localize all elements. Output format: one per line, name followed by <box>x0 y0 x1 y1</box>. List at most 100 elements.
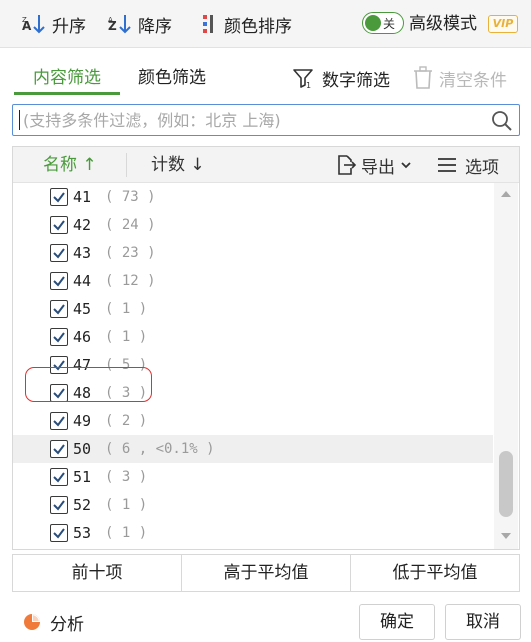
list-item[interactable]: 41 ( 73 ) <box>13 183 493 211</box>
list-item[interactable]: 49 ( 2 ) <box>13 407 493 435</box>
scrollbar-thumb[interactable] <box>499 451 513 517</box>
vip-badge: VIP <box>488 15 518 33</box>
list-item[interactable]: 45 ( 1 ) <box>13 295 493 323</box>
list-item[interactable]: 53 ( 1 ) <box>13 519 493 547</box>
item-count: ( 1 ) <box>105 497 148 513</box>
item-checkbox[interactable] <box>50 496 68 514</box>
clear-conditions-button[interactable]: 清空条件 <box>413 64 507 92</box>
svg-text:1: 1 <box>306 81 311 89</box>
export-icon <box>338 155 357 175</box>
cancel-button[interactable]: 取消 <box>445 604 521 640</box>
item-checkbox[interactable] <box>50 328 68 346</box>
annotation-highlight <box>25 367 152 402</box>
count-column-label: 计数 <box>151 155 185 175</box>
number-filter-button[interactable]: 1 数字筛选 <box>292 64 390 92</box>
check-icon <box>53 472 65 483</box>
header-divider <box>126 153 127 177</box>
item-name: 51 <box>73 468 92 486</box>
check-icon <box>53 500 65 511</box>
scroll-down-arrow-icon[interactable] <box>501 533 511 539</box>
item-checkbox[interactable] <box>50 440 68 458</box>
sort-ascending-button[interactable]: A Z 升序 <box>22 10 86 38</box>
sort-ascending-icon: A Z <box>22 15 45 34</box>
tab-color-filter[interactable]: 颜色筛选 <box>138 64 206 92</box>
trash-icon <box>414 66 432 89</box>
list-item[interactable]: 42 ( 24 ) <box>13 211 493 239</box>
export-dropdown[interactable]: 导出 <box>335 147 417 183</box>
check-icon <box>53 220 65 231</box>
item-checkbox[interactable] <box>50 412 68 430</box>
top-ten-button[interactable]: 前十项 <box>13 555 182 591</box>
toggle-state-label: 关 <box>383 17 396 31</box>
list-item[interactable]: 51 ( 3 ) <box>13 463 493 491</box>
search-box <box>12 104 520 136</box>
count-sort-arrow-icon: ↓ <box>190 155 205 175</box>
item-name: 53 <box>73 524 92 542</box>
item-count: ( 1 ) <box>105 301 148 317</box>
check-icon <box>53 304 65 315</box>
filter-list-panel: 名称 ↑ 计数 ↓ 导出 选项 41 (73) 42 (24) 43 (… <box>12 146 520 550</box>
color-sort-icon <box>203 15 213 33</box>
sort-by-count-button[interactable]: 计数 ↓ <box>151 147 205 183</box>
item-count: ( 3 ) <box>105 469 148 485</box>
item-name: 42 <box>73 216 92 234</box>
item-count: ( 23 ) <box>105 245 156 261</box>
analysis-label: 分析 <box>50 614 84 635</box>
sort-by-name-button[interactable]: 名称 ↑ <box>43 147 97 183</box>
item-checkbox[interactable] <box>50 300 68 318</box>
svg-text:Z: Z <box>22 16 27 24</box>
clear-conditions-label: 清空条件 <box>439 70 507 91</box>
item-name: 41 <box>73 188 92 206</box>
toolbar: A Z 升序 Z A 降序 颜色排序 关 高级模式 VIP <box>0 0 531 48</box>
item-count: ( 12 ) <box>105 273 156 289</box>
item-checkbox[interactable] <box>50 468 68 486</box>
advanced-mode-toggle[interactable]: 关 <box>362 12 404 34</box>
check-icon <box>53 248 65 259</box>
options-label: 选项 <box>465 157 499 178</box>
advanced-mode-label[interactable]: 高级模式 <box>409 10 477 38</box>
funnel-icon: 1 <box>293 69 313 89</box>
scroll-up-arrow-icon[interactable] <box>501 191 511 197</box>
item-name: 44 <box>73 272 92 290</box>
check-icon <box>53 192 65 203</box>
check-icon <box>53 332 65 343</box>
color-sort-button[interactable]: 颜色排序 <box>198 10 292 38</box>
list-item[interactable]: 52 ( 1 ) <box>13 491 493 519</box>
item-checkbox[interactable] <box>50 524 68 542</box>
item-count: ( 2 ) <box>105 413 148 429</box>
item-checkbox[interactable] <box>50 272 68 290</box>
sort-descending-label: 降序 <box>138 16 172 37</box>
toggle-knob <box>365 15 381 31</box>
svg-text:A: A <box>108 16 113 24</box>
item-checkbox[interactable] <box>50 244 68 262</box>
check-icon <box>53 444 65 455</box>
item-name: 49 <box>73 412 92 430</box>
item-count: ( 1 ) <box>105 329 148 345</box>
below-average-button[interactable]: 低于平均值 <box>351 555 519 591</box>
list-item[interactable]: 44 ( 12 ) <box>13 267 493 295</box>
confirm-button[interactable]: 确定 <box>359 604 435 640</box>
pie-chart-icon <box>24 614 40 630</box>
tab-content-filter[interactable]: 内容筛选 <box>14 64 120 95</box>
vertical-scrollbar[interactable] <box>494 183 518 549</box>
search-icon[interactable] <box>491 110 513 132</box>
chevron-down-icon <box>401 162 411 169</box>
search-input[interactable] <box>23 105 493 135</box>
item-count: ( 6 , <0.1% ) <box>105 441 215 457</box>
item-count: ( 73 ) <box>105 189 156 205</box>
list-header: 名称 ↑ 计数 ↓ 导出 选项 <box>13 147 519 183</box>
item-name: 50 <box>73 440 92 458</box>
name-sort-arrow-icon: ↑ <box>82 155 97 175</box>
analysis-button[interactable]: 分析 <box>22 608 84 636</box>
item-checkbox[interactable] <box>50 216 68 234</box>
item-checkbox[interactable] <box>50 188 68 206</box>
check-icon <box>53 276 65 287</box>
list-item[interactable]: 43 ( 23 ) <box>13 239 493 267</box>
above-average-button[interactable]: 高于平均值 <box>182 555 351 591</box>
sort-descending-button[interactable]: Z A 降序 <box>108 10 172 38</box>
number-filter-label: 数字筛选 <box>322 70 390 91</box>
list-item[interactable]: 46 ( 1 ) <box>13 323 493 351</box>
list-item-hovered[interactable]: 50 ( 6 , <0.1% ) <box>13 435 493 463</box>
item-name: 52 <box>73 496 92 514</box>
options-button[interactable]: 选项 <box>437 147 499 183</box>
